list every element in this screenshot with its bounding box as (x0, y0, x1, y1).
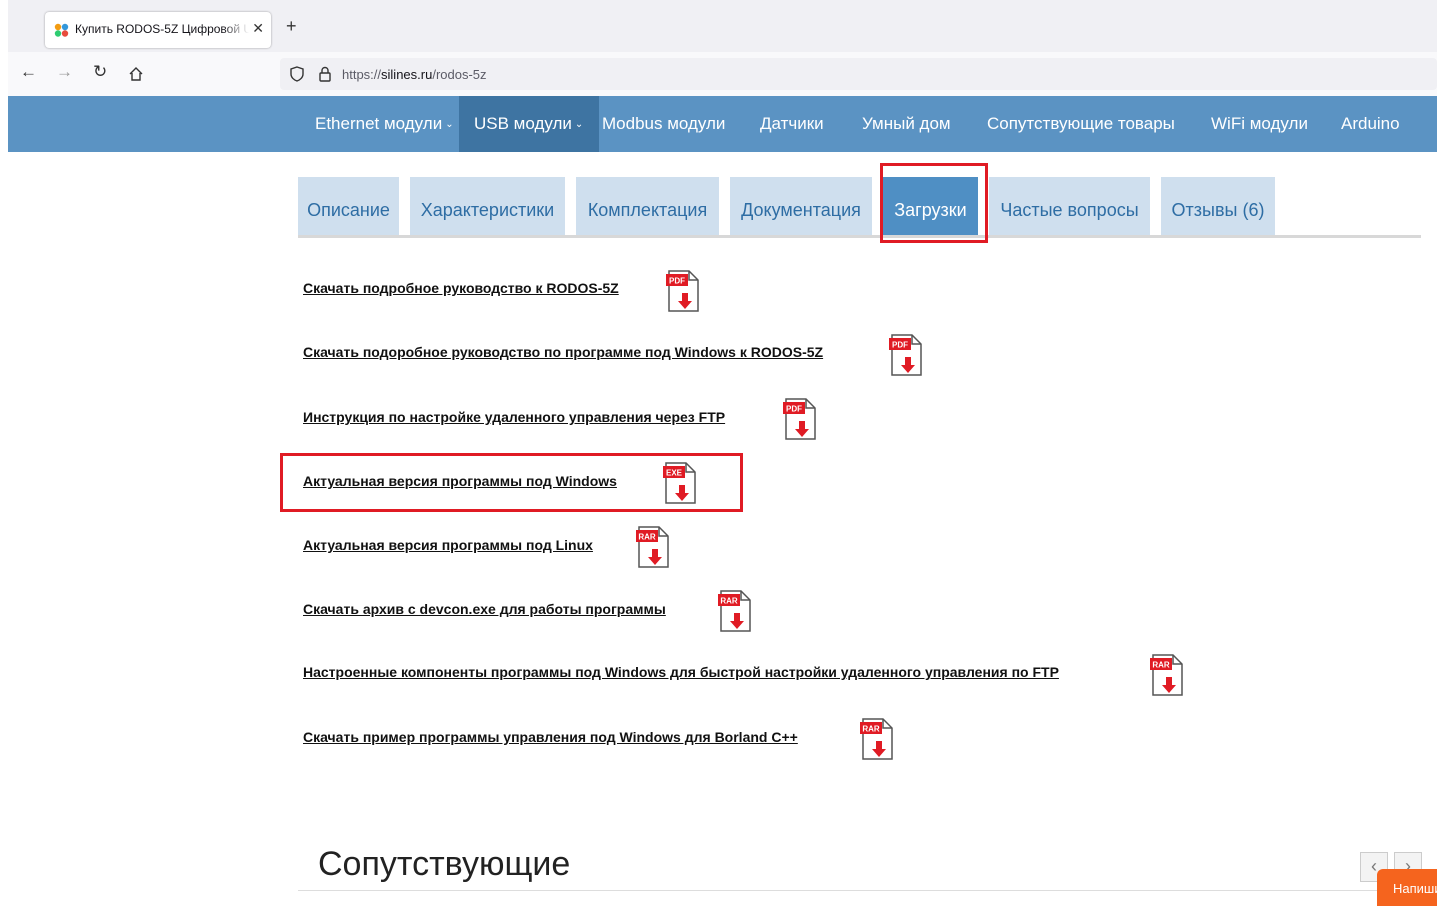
nav-item-sensors[interactable]: Датчики (760, 96, 824, 152)
rar-file-icon[interactable]: RAR (635, 525, 671, 569)
browser-tab-title: Купить RODOS-5Z Цифровой USB (75, 22, 249, 36)
rar-file-icon[interactable]: RAR (717, 589, 753, 633)
shield-icon[interactable] (290, 66, 304, 82)
lock-icon[interactable] (318, 66, 332, 82)
browser-nav-bar: ← → ↻ https://silines.ru/rodos-5z (8, 52, 1437, 96)
new-tab-button[interactable]: + (286, 16, 297, 37)
tab-specifications[interactable]: Характеристики (410, 177, 565, 235)
url-text: https://silines.ru/rodos-5z (342, 67, 487, 82)
nav-item-arduino[interactable]: Arduino (1341, 96, 1400, 152)
nav-item-smart-home[interactable]: Умный дом (862, 96, 951, 152)
download-link-linux-program[interactable]: Актуальная версия программы под Linux (303, 537, 601, 553)
pdf-file-icon[interactable]: PDF (782, 397, 818, 441)
tab-faq[interactable]: Частые вопросы (989, 177, 1150, 235)
svg-text:PDF: PDF (892, 341, 908, 350)
svg-text:RAR: RAR (638, 533, 656, 542)
tab-description[interactable]: Описание (298, 177, 399, 235)
nav-item-ethernet-modules[interactable]: Ethernet модули ⌄ (315, 96, 465, 152)
address-bar[interactable]: https://silines.ru/rodos-5z (280, 58, 1437, 90)
download-link-windows-program-manual[interactable]: Скачать подоробное руководство по програ… (303, 344, 831, 360)
nav-item-related-goods[interactable]: Сопутствующие товары (987, 96, 1175, 152)
chevron-down-icon: ⌄ (574, 119, 584, 130)
pdf-file-icon[interactable]: PDF (888, 333, 924, 377)
related-divider (298, 890, 1421, 891)
tab-documentation[interactable]: Документация (730, 177, 872, 235)
nav-item-wifi-modules[interactable]: WiFi модули (1211, 96, 1308, 152)
back-arrow-icon[interactable]: ← (20, 62, 37, 82)
chevron-down-icon: ⌄ (445, 119, 454, 130)
highlight-box-windows-program (280, 453, 743, 512)
download-link-devcon-archive[interactable]: Скачать архив с devcon.exe для работы пр… (303, 601, 674, 617)
svg-text:RAR: RAR (862, 725, 880, 734)
home-icon[interactable] (128, 66, 144, 82)
download-link-borland-example[interactable]: Скачать пример программы управления под … (303, 729, 806, 745)
close-tab-icon[interactable]: ✕ (252, 20, 264, 37)
forward-arrow-icon[interactable]: → (56, 62, 73, 82)
site-favicon-icon (54, 23, 69, 37)
svg-text:PDF: PDF (669, 277, 685, 286)
reload-icon[interactable]: ↻ (93, 62, 107, 82)
nav-item-usb-modules[interactable]: USB модули ⌄ (459, 96, 599, 152)
rar-file-icon[interactable]: RAR (1149, 653, 1185, 697)
site-main-nav: Ethernet модули ⌄ USB модули ⌄ Modbus моду… (8, 96, 1437, 152)
svg-text:PDF: PDF (786, 405, 802, 414)
download-link-rodos-manual[interactable]: Скачать подробное руководство к RODOS-5Z (303, 280, 627, 296)
svg-text:RAR: RAR (1152, 661, 1170, 670)
pdf-file-icon[interactable]: PDF (665, 269, 701, 313)
browser-tab[interactable]: Купить RODOS-5Z Цифровой USB ✕ (45, 12, 271, 48)
tab-reviews[interactable]: Отзывы (6) (1161, 177, 1275, 235)
nav-item-modbus-modules[interactable]: Modbus модули (602, 96, 725, 152)
tabs-underline (298, 235, 1421, 238)
download-link-ftp-components[interactable]: Настроенные компоненты программы под Win… (303, 664, 1067, 680)
highlight-box-downloads-tab (880, 163, 988, 243)
chat-button[interactable]: Напишите нам (1377, 869, 1437, 906)
rar-file-icon[interactable]: RAR (859, 717, 895, 761)
browser-tab-strip: Купить RODOS-5Z Цифровой USB ✕ + (8, 0, 1437, 52)
related-heading: Сопутствующие (318, 845, 571, 883)
download-link-ftp-instructions[interactable]: Инструкция по настройке удаленного управ… (303, 409, 733, 425)
svg-text:RAR: RAR (720, 597, 738, 606)
tab-package-contents[interactable]: Комплектация (576, 177, 719, 235)
